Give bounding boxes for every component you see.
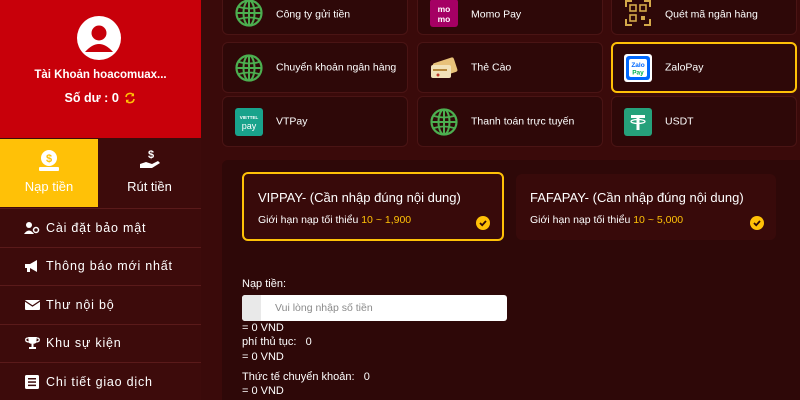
hand-money-icon: $ <box>137 147 163 178</box>
channel-limit-label: Giới hạn nạp tối thiểu <box>530 214 631 226</box>
balance-label: Số dư : <box>64 91 109 105</box>
channel-limit-range: 10 ~ 5,000 <box>633 214 684 226</box>
tab-withdraw[interactable]: $ Rút tiền <box>98 139 201 207</box>
actual-label: Thức tế chuyển khoản: <box>242 371 355 383</box>
menu-item-events[interactable]: Khu sự kiện <box>0 323 201 363</box>
deposit-withdraw-tabs: $ Nạp tiền $ Rút tiền <box>0 139 201 207</box>
money-bag-icon: $ <box>36 147 62 178</box>
fee-converted: = 0 VND <box>242 351 284 363</box>
svg-text:$: $ <box>147 149 153 161</box>
channel-limit-label: Giới hạn nạp tối thiểu <box>258 214 359 226</box>
svg-text:Pay: Pay <box>632 70 644 77</box>
payment-company-transfer[interactable]: Công ty gửi tiền <box>222 0 408 35</box>
amount-input[interactable] <box>261 295 507 321</box>
payment-label: VTPay <box>276 115 308 127</box>
payment-bank-qr[interactable]: Quét mã ngân hàng <box>611 0 797 35</box>
sidebar: Tài Khoản hoacomuax... Số dư : 0 $ Nạp t… <box>0 0 201 400</box>
tether-logo <box>624 108 652 136</box>
amount-field <box>242 295 507 321</box>
actual-row: Thức tế chuyển khoản: 0 <box>242 371 370 383</box>
globe-icon <box>235 54 263 82</box>
check-icon <box>476 216 490 230</box>
channel-limit-range: 10 ~ 1,900 <box>361 214 412 226</box>
payment-bank-transfer[interactable]: Chuyển khoản ngân hàng <box>222 42 408 93</box>
menu-item-notifications[interactable]: Thông báo mới nhất <box>0 246 201 286</box>
payment-label: Chuyển khoản ngân hàng <box>276 61 397 73</box>
channel-limit: Giới hạn nạp tối thiểu 10 ~ 1,900 <box>258 214 411 226</box>
amount-prefix <box>242 295 261 321</box>
payment-vtpay[interactable]: VIETTEL pay VTPay <box>222 96 408 147</box>
actual-value: 0 <box>363 371 370 383</box>
deposit-panel: VIPPAY- (Cần nhập đúng nội dung) Giới hạ… <box>222 160 800 400</box>
zalopay-logo: Zalo Pay <box>624 54 652 82</box>
profile-panel: Tài Khoản hoacomuax... Số dư : 0 <box>0 0 201 138</box>
avatar[interactable] <box>77 16 121 60</box>
globe-icon <box>430 108 458 136</box>
payment-label: ZaloPay <box>665 61 704 73</box>
amount-converted: = 0 VND <box>242 322 284 334</box>
fee-row: phí thủ tục: 0 <box>242 336 312 348</box>
payment-scratch-card[interactable]: Thẻ Cào <box>417 42 603 93</box>
channel-limit: Giới hạn nạp tối thiểu 10 ~ 5,000 <box>530 214 683 226</box>
menu-item-label: Khu sự kiện <box>46 336 122 351</box>
svg-text:VIETTEL: VIETTEL <box>240 115 259 120</box>
payment-momo[interactable]: mo mo Momo Pay <box>417 0 603 35</box>
balance-value: 0 <box>111 90 119 105</box>
svg-text:mo: mo <box>438 14 451 24</box>
amount-label: Nạp tiền: <box>242 278 287 290</box>
payment-label: Momo Pay <box>471 8 522 21</box>
tab-deposit-label: Nạp tiền <box>24 179 74 194</box>
svg-text:$: $ <box>46 153 52 165</box>
payment-label: Công ty gửi tiền <box>276 8 351 21</box>
payment-label: Thẻ Cào <box>471 61 512 73</box>
menu-item-transactions[interactable]: Chi tiết giao dịch <box>0 362 201 400</box>
payment-methods-grid: Công ty gửi tiền mo mo Momo Pay Quét mã n… <box>222 0 800 148</box>
channel-vippay[interactable]: VIPPAY- (Cần nhập đúng nội dung) Giới hạ… <box>242 172 504 241</box>
menu-item-security[interactable]: Cài đặt bảo mật <box>0 208 201 247</box>
users-gear-icon <box>24 220 40 236</box>
payment-usdt[interactable]: USDT <box>611 96 797 147</box>
menu-item-inbox[interactable]: Thư nội bộ <box>0 285 201 324</box>
envelope-icon <box>24 297 40 313</box>
momo-logo: mo mo <box>430 0 458 27</box>
menu-item-label: Chi tiết giao dịch <box>46 374 153 389</box>
refresh-icon[interactable] <box>124 92 136 107</box>
tab-deposit[interactable]: $ Nạp tiền <box>0 139 98 207</box>
balance: Số dư : 0 <box>0 90 201 107</box>
fee-value: 0 <box>305 336 312 348</box>
check-icon <box>750 216 764 230</box>
vtpay-logo: VIETTEL pay <box>235 108 263 136</box>
svg-text:mo: mo <box>438 4 451 14</box>
list-icon <box>24 374 40 390</box>
user-icon <box>85 25 113 52</box>
tab-withdraw-label: Rút tiền <box>127 179 172 194</box>
payment-label: Quét mã ngân hàng <box>665 8 758 21</box>
payment-label: Thanh toán trực tuyến <box>471 115 575 127</box>
channel-fafapay[interactable]: FAFAPAY- (Cần nhập đúng nội dung) Giới h… <box>516 174 776 240</box>
qr-scan-icon <box>624 0 652 27</box>
account-name: Tài Khoản hoacomuax... <box>34 69 167 81</box>
menu-item-label: Cài đặt bảo mật <box>46 220 147 235</box>
actual-converted: = 0 VND <box>242 385 284 397</box>
channel-title: VIPPAY- (Cần nhập đúng nội dung) <box>258 190 461 205</box>
payment-label: USDT <box>665 115 694 127</box>
scratch-card-icon <box>430 54 458 82</box>
svg-text:Zalo: Zalo <box>631 62 644 69</box>
globe-icon <box>235 0 263 27</box>
menu-item-label: Thông báo mới nhất <box>46 259 173 274</box>
channel-title: FAFAPAY- (Cần nhập đúng nội dung) <box>530 190 744 205</box>
megaphone-icon <box>24 258 40 274</box>
trophy-icon <box>24 335 40 351</box>
payment-zalopay[interactable]: Zalo Pay ZaloPay <box>611 42 797 93</box>
svg-text:pay: pay <box>242 121 257 131</box>
payment-online[interactable]: Thanh toán trực tuyến <box>417 96 603 147</box>
fee-label: phí thủ tục: <box>242 336 297 348</box>
sidebar-menu: Cài đặt bảo mật Thông báo mới nhất Thư n… <box>0 208 201 400</box>
menu-item-label: Thư nội bộ <box>46 297 115 312</box>
